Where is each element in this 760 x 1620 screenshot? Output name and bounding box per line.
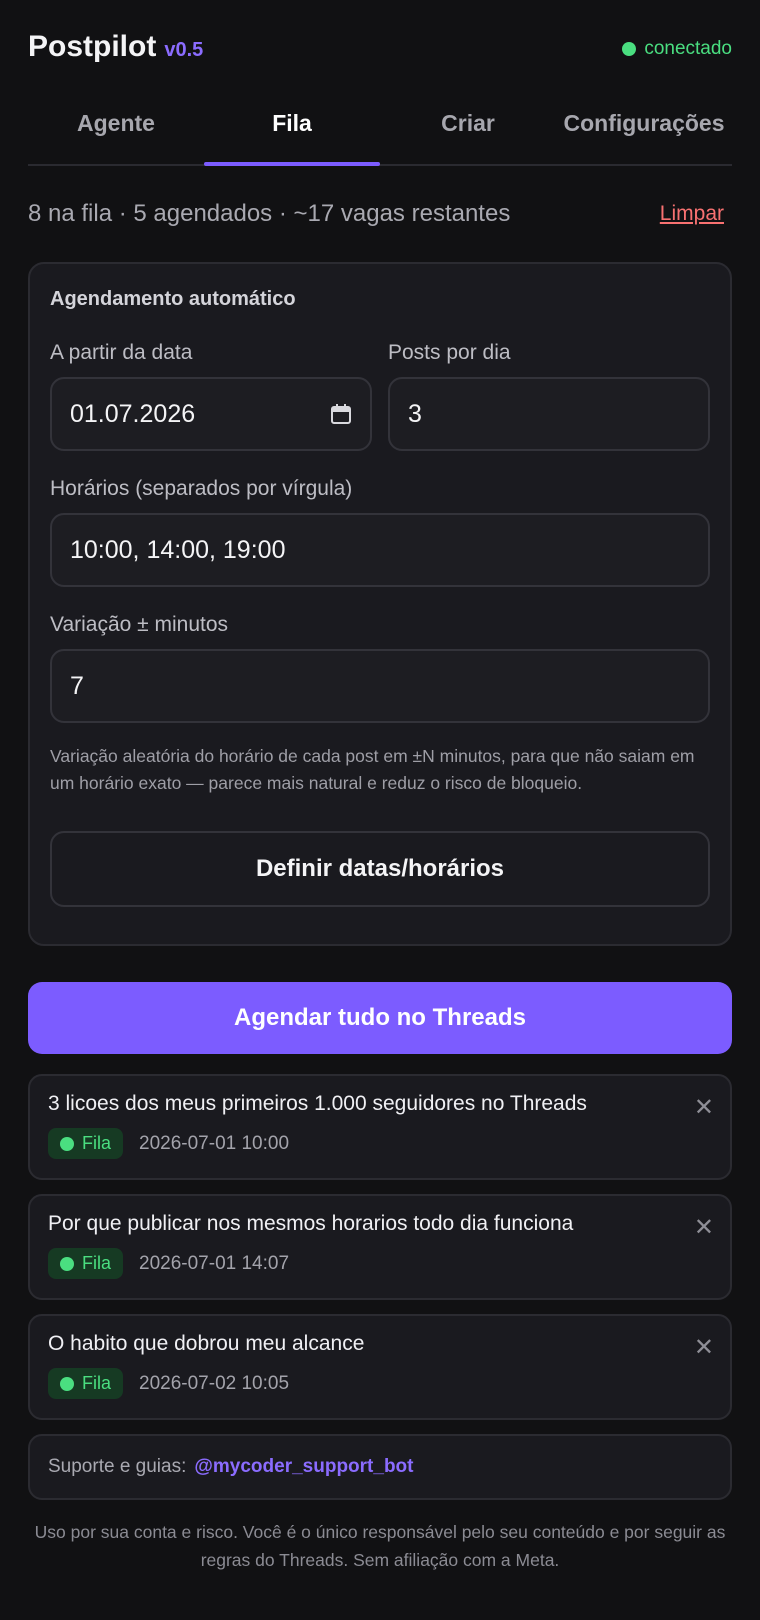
close-icon[interactable]: ✕	[694, 1336, 714, 1360]
clear-queue-link[interactable]: Limpar	[660, 202, 724, 226]
queue-item[interactable]: 3 licoes dos meus primeiros 1.000 seguid…	[28, 1074, 732, 1180]
app-version: v0.5	[164, 39, 204, 61]
queue-item-title: Por que publicar nos mesmos horarios tod…	[48, 1212, 574, 1235]
support-box: Suporte e guias: @mycoder_support_bot	[28, 1434, 732, 1500]
tab-bar: Agente Fila Criar Configurações	[28, 82, 732, 166]
variation-hint: Variação aleatória do horário de cada po…	[50, 746, 695, 793]
close-icon[interactable]: ✕	[694, 1096, 714, 1120]
status-dot-icon	[60, 1256, 74, 1271]
times-label: Horários (separados por vírgula)	[50, 477, 353, 500]
queue-item[interactable]: O habito que dobrou meu alcance Fila 202…	[28, 1314, 732, 1420]
start-date-group: A partir da data 01.07.2026	[50, 341, 372, 451]
queue-item-time: 2026-07-01 10:00	[139, 1132, 290, 1154]
schedule-all-button[interactable]: Agendar tudo no Threads	[28, 982, 732, 1054]
tab-criar[interactable]: Criar	[380, 82, 556, 164]
queue-item-meta: Fila 2026-07-01 10:00	[48, 1128, 712, 1159]
variation-value: 7	[70, 671, 84, 700]
status-badge-label: Fila	[82, 1373, 112, 1393]
variation-group: Variação ± minutos 7	[50, 613, 710, 723]
start-date-input[interactable]: 01.07.2026	[50, 377, 372, 451]
set-dates-button[interactable]: Definir datas/horários	[50, 831, 710, 907]
disclaimer: Uso por sua conta e risco. Você é o únic…	[34, 1522, 726, 1570]
posts-per-day-label: Posts por dia	[388, 341, 511, 364]
variation-input[interactable]: 7	[50, 649, 710, 723]
support-handle-link[interactable]: @mycoder_support_bot	[194, 1456, 413, 1478]
queue-list: 3 licoes dos meus primeiros 1.000 seguid…	[28, 1074, 732, 1420]
status-badge: Fila	[48, 1248, 124, 1279]
queue-item-time: 2026-07-02 10:05	[139, 1372, 290, 1394]
times-input[interactable]: 10:00, 14:00, 19:00	[50, 513, 710, 587]
posts-per-day-group: Posts por dia 3	[388, 341, 710, 451]
start-date-value: 01.07.2026	[70, 399, 196, 428]
queue-item-title: O habito que dobrou meu alcance	[48, 1332, 365, 1355]
posts-per-day-input[interactable]: 3	[388, 377, 710, 451]
calendar-icon[interactable]	[330, 403, 352, 425]
auto-schedule-title: Agendamento automático	[50, 288, 296, 310]
tab-configuracoes[interactable]: Configurações	[556, 82, 732, 164]
queue-item-title: 3 licoes dos meus primeiros 1.000 seguid…	[48, 1092, 587, 1115]
status-badge: Fila	[48, 1128, 124, 1159]
status-badge-label: Fila	[82, 1133, 112, 1153]
app-name: Postpilot	[28, 30, 157, 63]
queue-item[interactable]: Por que publicar nos mesmos horarios tod…	[28, 1194, 732, 1300]
status-dot-icon	[60, 1376, 74, 1391]
status-dot-icon	[622, 42, 637, 56]
date-posts-row: A partir da data 01.07.2026 Posts por di…	[50, 341, 710, 451]
times-value: 10:00, 14:00, 19:00	[70, 535, 286, 564]
app-page: Postpilot v0.5 conectado Agente Fila Cri…	[0, 0, 760, 1620]
connection-status: conectado	[622, 38, 732, 60]
posts-per-day-value: 3	[408, 399, 422, 428]
app-header: Postpilot v0.5 conectado	[28, 0, 732, 82]
queue-item-meta: Fila 2026-07-01 14:07	[48, 1248, 712, 1279]
status-badge: Fila	[48, 1368, 124, 1399]
status-badge-label: Fila	[82, 1253, 112, 1273]
brand: Postpilot v0.5	[28, 30, 203, 64]
queue-item-meta: Fila 2026-07-02 10:05	[48, 1368, 712, 1399]
connection-status-label: conectado	[644, 38, 732, 59]
start-date-label: A partir da data	[50, 341, 193, 364]
queue-summary-row: 8 na fila · 5 agendados · ~17 vagas rest…	[28, 166, 732, 262]
close-icon[interactable]: ✕	[694, 1216, 714, 1240]
status-dot-icon	[60, 1136, 74, 1151]
queue-item-time: 2026-07-01 14:07	[139, 1252, 290, 1274]
variation-label: Variação ± minutos	[50, 613, 229, 636]
times-group: Horários (separados por vírgula) 10:00, …	[50, 477, 710, 587]
tab-fila[interactable]: Fila	[204, 82, 380, 166]
queue-summary: 8 na fila · 5 agendados · ~17 vagas rest…	[28, 200, 511, 227]
support-label: Suporte e guias:	[48, 1456, 187, 1477]
auto-schedule-card: Agendamento automático A partir da data …	[28, 262, 732, 946]
tab-agente[interactable]: Agente	[28, 82, 204, 164]
